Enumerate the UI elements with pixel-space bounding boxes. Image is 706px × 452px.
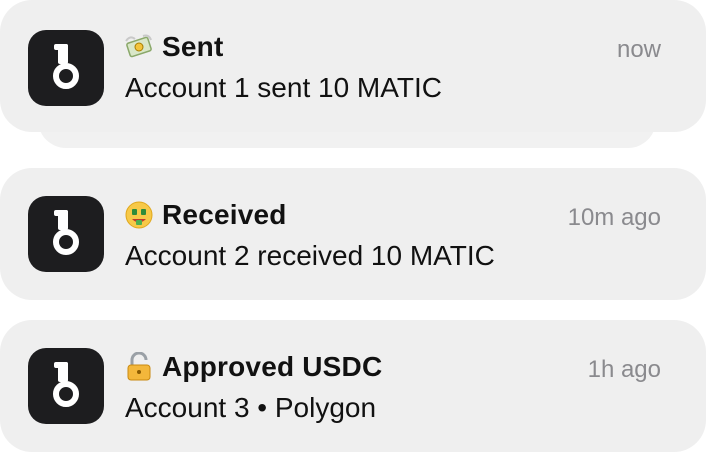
notification-time: 10m ago [567, 204, 661, 231]
unlocked-padlock-icon [124, 351, 154, 382]
money-mouth-face-icon [124, 200, 154, 230]
money-with-wings-icon [124, 32, 154, 62]
notification-body: Account 3 • Polygon [125, 392, 377, 423]
notification-approved[interactable]: Approved USDC Account 3 • Polygon 1h ago [0, 320, 706, 452]
notification-title: Received [162, 199, 287, 230]
notification-title: Approved USDC [162, 351, 383, 382]
notification-time: now [616, 36, 661, 63]
wallet-app-icon [28, 348, 104, 424]
notification-body: Account 2 received 10 MATIC [125, 240, 495, 271]
notification-received[interactable]: Received Account 2 received 10 MATIC 10m… [0, 168, 706, 300]
wallet-app-icon [28, 196, 104, 272]
notification-sent[interactable]: Sent Account 1 sent 10 MATIC now [0, 0, 706, 132]
notification-time: 1h ago [587, 356, 661, 383]
notification-title: Sent [162, 31, 224, 62]
wallet-app-icon [28, 30, 104, 106]
notification-body: Account 1 sent 10 MATIC [125, 72, 442, 103]
